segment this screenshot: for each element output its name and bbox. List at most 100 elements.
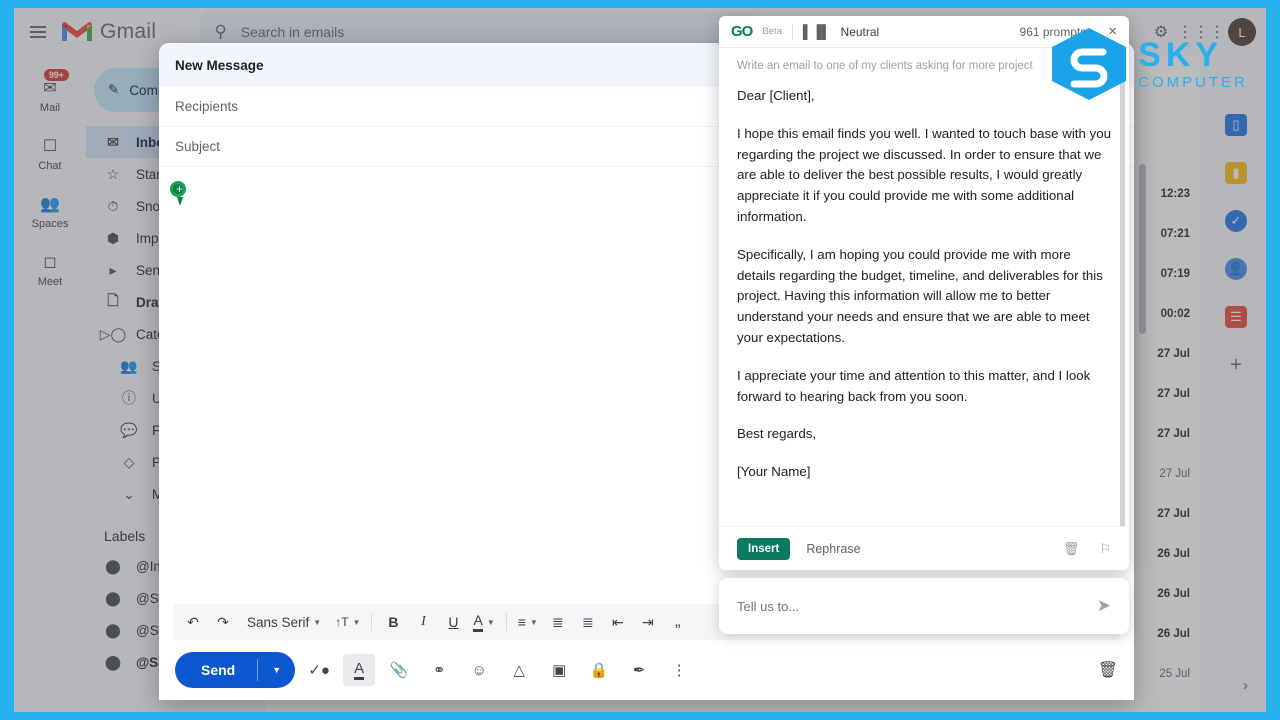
list-item-time[interactable]: 27 Jul bbox=[1157, 508, 1190, 520]
font-size-glyph: ↑T bbox=[335, 615, 349, 629]
rail-label: Meet bbox=[37, 276, 63, 288]
align-icon[interactable]: ≡ ▼ bbox=[514, 607, 542, 637]
discard-draft-icon[interactable]: 🗑 bbox=[1098, 660, 1118, 680]
star-icon: ☆ bbox=[106, 165, 120, 182]
sidebar-item-spaces[interactable]: 👥 Spaces bbox=[18, 186, 82, 236]
rephrase-button[interactable]: Rephrase bbox=[806, 542, 860, 556]
bulleted-list-icon[interactable]: ≣ bbox=[574, 607, 602, 637]
insert-signature-icon[interactable]: ✒ bbox=[623, 654, 655, 686]
chevron-right-icon[interactable]: › bbox=[1243, 677, 1248, 694]
gmail-wordmark: Gmail bbox=[100, 20, 157, 43]
numbered-list-icon[interactable]: ≣ bbox=[544, 607, 572, 637]
list-item-time[interactable]: 07:19 bbox=[1161, 268, 1190, 280]
more-options-icon[interactable]: ⋮ bbox=[663, 654, 695, 686]
redo-icon[interactable]: ↷ bbox=[209, 607, 237, 637]
confidential-mode-icon[interactable]: 🔒 bbox=[583, 654, 615, 686]
tone-label[interactable]: Neutral bbox=[841, 25, 880, 39]
recipients-placeholder: Recipients bbox=[175, 99, 239, 114]
formatting-options-icon[interactable]: A bbox=[343, 654, 376, 686]
font-family-select[interactable]: Sans Serif ▼ bbox=[239, 607, 329, 637]
gmail-m-icon bbox=[62, 21, 92, 43]
tasks-icon[interactable]: ✓ bbox=[1225, 210, 1247, 232]
chevron-down-icon[interactable]: ▼ bbox=[258, 665, 295, 675]
go-panel-scrollbar[interactable] bbox=[1120, 56, 1125, 526]
contacts-icon[interactable]: 👤 bbox=[1225, 258, 1247, 280]
inbox-icon: ✉ bbox=[107, 133, 119, 150]
undo-icon[interactable]: ↶ bbox=[179, 607, 207, 637]
app-rail: ✉ 99+ Mail ☐ Chat 👥 Spaces ◻ Meet bbox=[14, 56, 86, 712]
go-card: GO Beta ▌▐▌ Neutral 961 prompts × Write … bbox=[719, 16, 1129, 570]
list-item-time[interactable]: 00:02 bbox=[1161, 308, 1190, 320]
add-addon-icon[interactable]: + bbox=[1225, 354, 1247, 376]
go-secondary-actions: 🗑 ⚐ bbox=[1063, 541, 1111, 557]
list-item-time[interactable]: 27 Jul bbox=[1157, 428, 1190, 440]
close-icon[interactable]: × bbox=[1108, 23, 1117, 40]
main-menu-icon[interactable] bbox=[18, 12, 58, 52]
label-tag-icon: ⬤ bbox=[105, 557, 121, 574]
list-item-time[interactable]: 26 Jul bbox=[1157, 548, 1190, 560]
apps-grid-icon[interactable]: ⋮⋮⋮ bbox=[1177, 15, 1225, 49]
rail-label: Mail bbox=[39, 102, 61, 114]
list-item-time[interactable]: 26 Jul bbox=[1157, 628, 1190, 640]
label-tag-icon: ⬤ bbox=[105, 621, 121, 638]
calendar-icon[interactable]: ▯ bbox=[1225, 114, 1247, 136]
go-assistant-panel: GO Beta ▌▐▌ Neutral 961 prompts × Write … bbox=[719, 16, 1129, 634]
list-item-time[interactable]: 27 Jul bbox=[1157, 388, 1190, 400]
text-color-icon[interactable]: A ▼ bbox=[469, 607, 498, 637]
unread-badge: 99+ bbox=[44, 69, 69, 81]
indent-more-icon[interactable]: ⇥ bbox=[634, 607, 662, 637]
attach-file-icon[interactable]: 📎 bbox=[383, 654, 415, 686]
insert-button[interactable]: Insert bbox=[737, 537, 791, 560]
rail-label: Chat bbox=[38, 160, 62, 172]
toolbar-divider bbox=[371, 613, 373, 631]
user-prompt-text: Write an email to one of my clients aski… bbox=[737, 60, 1033, 72]
bold-icon[interactable]: B bbox=[379, 607, 407, 637]
email-signature: [Your Name] bbox=[737, 464, 811, 480]
list-item-time[interactable]: 27 Jul bbox=[1159, 468, 1190, 480]
avatar[interactable]: L bbox=[1228, 18, 1256, 46]
send-prompt-icon[interactable]: ➤ bbox=[1097, 596, 1111, 616]
insert-link-icon[interactable]: ⚭ bbox=[423, 654, 455, 686]
align-glyph: ≡ bbox=[517, 614, 526, 630]
list-item-time[interactable]: 07:21 bbox=[1161, 228, 1190, 240]
insert-drive-icon[interactable]: △ bbox=[503, 654, 535, 686]
addon-icon[interactable]: ☰ bbox=[1225, 306, 1247, 328]
important-icon: ⬢ bbox=[106, 229, 120, 246]
list-item-time[interactable]: 25 Jul bbox=[1159, 668, 1190, 680]
underline-icon[interactable]: U bbox=[439, 607, 467, 637]
italic-icon[interactable]: I bbox=[409, 607, 437, 637]
go-prompt-input[interactable] bbox=[737, 598, 1097, 614]
send-button[interactable]: Send ▼ bbox=[175, 652, 296, 688]
go-panel-header: GO Beta ▌▐▌ Neutral 961 prompts × bbox=[719, 16, 1129, 48]
gmail-logo[interactable]: Gmail bbox=[62, 20, 156, 44]
go-response-scroll[interactable]: Write an email to one of my clients aski… bbox=[719, 48, 1129, 526]
forum-icon: 💬 bbox=[120, 421, 138, 438]
keep-icon[interactable]: ▮ bbox=[1225, 162, 1247, 184]
screen: Gmail ⚲ Search in emails ⓘ ⚙ ⋮⋮⋮ L ✉ 99+… bbox=[0, 0, 1280, 720]
font-size-icon[interactable]: ↑T ▼ bbox=[331, 607, 364, 637]
schedule-send-icon[interactable]: ✓● bbox=[303, 654, 335, 686]
chat-icon: ☐ bbox=[42, 138, 58, 155]
email-greeting: Dear [Client], bbox=[737, 88, 815, 103]
insert-emoji-icon[interactable]: ☺ bbox=[463, 654, 495, 686]
quote-icon[interactable]: „ bbox=[664, 607, 692, 637]
indent-less-icon[interactable]: ⇤ bbox=[604, 607, 632, 637]
flag-icon[interactable]: ⚐ bbox=[1099, 541, 1111, 557]
label-tag-icon: ⬤ bbox=[105, 653, 121, 670]
list-item-time[interactable]: 12:23 bbox=[1161, 188, 1190, 200]
tone-icon[interactable]: ▌▐▌ bbox=[803, 24, 831, 39]
insert-photo-icon[interactable]: ▣ bbox=[543, 654, 575, 686]
delete-icon[interactable]: 🗑 bbox=[1063, 541, 1080, 557]
email-paragraph: I hope this email finds you well. I want… bbox=[737, 125, 1112, 224]
sidebar-item-mail[interactable]: ✉ 99+ Mail bbox=[18, 69, 82, 120]
list-item-time[interactable]: 26 Jul bbox=[1157, 588, 1190, 600]
pencil-icon: ✎ bbox=[108, 82, 120, 97]
sidebar-item-meet[interactable]: ◻ Meet bbox=[18, 244, 82, 294]
mail-list-scrollbar[interactable] bbox=[1139, 164, 1146, 334]
list-item-time[interactable]: 27 Jul bbox=[1157, 348, 1190, 360]
gear-icon[interactable]: ⚙ bbox=[1144, 15, 1178, 49]
mail-icon: ✉ 99+ bbox=[36, 69, 69, 100]
sidebar-item-chat[interactable]: ☐ Chat bbox=[18, 128, 82, 178]
chevron-down-icon: ▼ bbox=[352, 617, 361, 627]
email-paragraph: I appreciate your time and attention to … bbox=[737, 367, 1091, 404]
